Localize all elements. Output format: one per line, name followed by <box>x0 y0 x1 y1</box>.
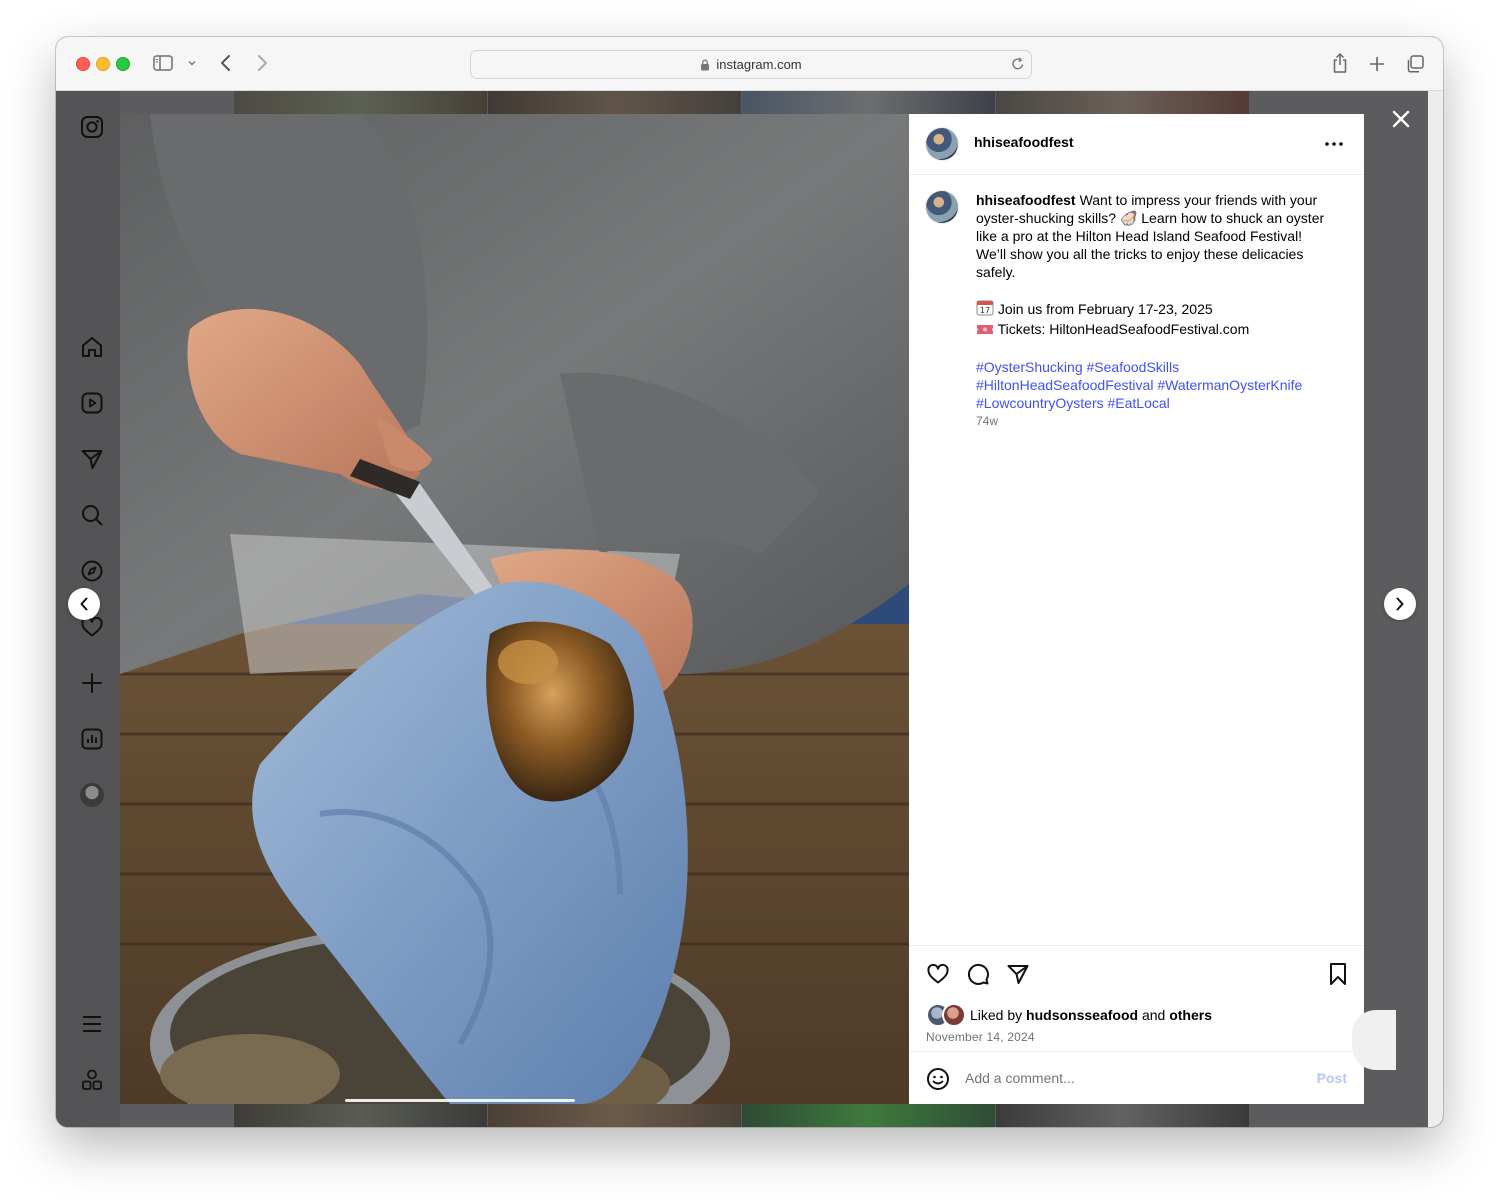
hashtag-link[interactable]: #OysterShucking <box>976 359 1083 375</box>
like-heart-icon[interactable] <box>925 961 951 987</box>
tickets-link: Tickets: HiltonHeadSeafoodFestival.com <box>997 321 1250 337</box>
hashtag-link[interactable]: #WatermanOysterKnife <box>1157 377 1302 393</box>
calendar-icon: 17 <box>976 299 994 320</box>
share-post-icon[interactable] <box>1005 961 1031 987</box>
close-window-button[interactable] <box>76 57 90 71</box>
messages-fab[interactable] <box>1352 1010 1396 1070</box>
more-options-icon[interactable] <box>1322 134 1346 154</box>
page-content: hhiseafoodfest hhiseafoodfest Want to imp… <box>56 91 1428 1127</box>
feed-tile <box>742 91 995 114</box>
hashtag-link[interactable]: #EatLocal <box>1108 395 1170 411</box>
oyster-shucking-image <box>120 114 909 1104</box>
close-icon[interactable] <box>1389 107 1413 131</box>
liked-others-link[interactable]: others <box>1169 1007 1212 1023</box>
feed-tile <box>742 1104 995 1127</box>
comment-input[interactable] <box>965 1070 1265 1086</box>
address-bar[interactable]: instagram.com <box>470 50 1032 79</box>
post-caption: hhiseafoodfest Want to impress your frien… <box>976 191 1336 412</box>
dashboard-icon[interactable] <box>78 725 106 753</box>
instagram-logo-icon[interactable] <box>78 113 106 141</box>
event-dates: Join us from February 17-23, 2025 <box>997 301 1213 317</box>
post-modal: hhiseafoodfest hhiseafoodfest Want to imp… <box>120 114 1364 1104</box>
url-text: instagram.com <box>716 57 802 72</box>
sidebar-toggle-icon[interactable] <box>152 54 174 72</box>
scrollbar-track[interactable] <box>1428 91 1443 1127</box>
reload-icon[interactable] <box>1011 56 1025 74</box>
post-date[interactable]: November 14, 2024 <box>926 1030 1035 1044</box>
chevron-down-icon[interactable] <box>186 57 198 69</box>
save-bookmark-icon[interactable] <box>1325 961 1351 987</box>
zoom-window-button[interactable] <box>116 57 130 71</box>
forward-icon[interactable] <box>252 53 272 73</box>
comment-icon[interactable] <box>965 961 991 987</box>
create-plus-icon[interactable] <box>78 669 106 697</box>
minimize-window-button[interactable] <box>96 57 110 71</box>
home-icon[interactable] <box>78 333 106 361</box>
feed-tile <box>234 1104 487 1127</box>
feed-tile <box>488 1104 741 1127</box>
explore-icon[interactable] <box>78 557 106 585</box>
reels-icon[interactable] <box>78 389 106 417</box>
chevron-left-icon <box>80 597 88 611</box>
new-tab-icon[interactable] <box>1365 52 1389 76</box>
emoji-picker-icon[interactable] <box>926 1067 950 1096</box>
post-photo[interactable] <box>120 114 909 1104</box>
post-comment-button[interactable]: Post <box>1317 1070 1347 1086</box>
ticket-icon <box>976 322 994 340</box>
browser-window: instagram.com hhiseafoodfest hhiseafoodf… <box>56 37 1443 1127</box>
menu-icon[interactable] <box>78 1010 106 1038</box>
svg-text:17: 17 <box>980 306 990 315</box>
hashtag-link[interactable]: #HiltonHeadSeafoodFestival <box>976 377 1153 393</box>
caption-username[interactable]: hhiseafoodfest <box>976 192 1076 208</box>
tab-overview-icon[interactable] <box>1403 52 1427 76</box>
next-post-button[interactable] <box>1384 588 1416 620</box>
liked-and-label: and <box>1141 1007 1166 1023</box>
messages-icon[interactable] <box>78 445 106 473</box>
lock-icon <box>700 59 710 71</box>
previous-post-button[interactable] <box>68 588 100 620</box>
feed-tile <box>996 1104 1249 1127</box>
author-username[interactable]: hhiseafoodfest <box>974 134 1074 150</box>
feed-tile <box>996 91 1249 114</box>
post-actions: Liked by hudsonsseafood and others Novem… <box>909 945 1364 1051</box>
liker-avatar <box>942 1003 966 1027</box>
chevron-right-icon <box>1396 597 1404 611</box>
more-apps-icon[interactable] <box>78 1066 106 1094</box>
profile-avatar[interactable] <box>80 783 104 807</box>
liked-by-label: Liked by <box>970 1007 1023 1023</box>
feed-tile <box>234 91 487 114</box>
comment-bar: Post <box>909 1051 1364 1104</box>
browser-toolbar: instagram.com <box>56 37 1443 91</box>
hashtag-link[interactable]: #LowcountryOysters <box>976 395 1104 411</box>
caption-author-avatar[interactable] <box>926 191 958 223</box>
post-header: hhiseafoodfest <box>909 114 1364 175</box>
post-details-panel: hhiseafoodfest hhiseafoodfest Want to imp… <box>909 114 1364 1104</box>
liked-by-user[interactable]: hudsonsseafood <box>1026 1007 1138 1023</box>
search-icon[interactable] <box>78 501 106 529</box>
likes-summary: Liked by hudsonsseafood and others <box>926 1003 1212 1027</box>
hashtag-link[interactable]: #SeafoodSkills <box>1087 359 1180 375</box>
back-icon[interactable] <box>216 53 236 73</box>
share-icon[interactable] <box>1328 51 1352 75</box>
author-avatar[interactable] <box>926 128 958 160</box>
post-time-ago[interactable]: 74w <box>976 414 998 428</box>
feed-tile <box>488 91 741 114</box>
